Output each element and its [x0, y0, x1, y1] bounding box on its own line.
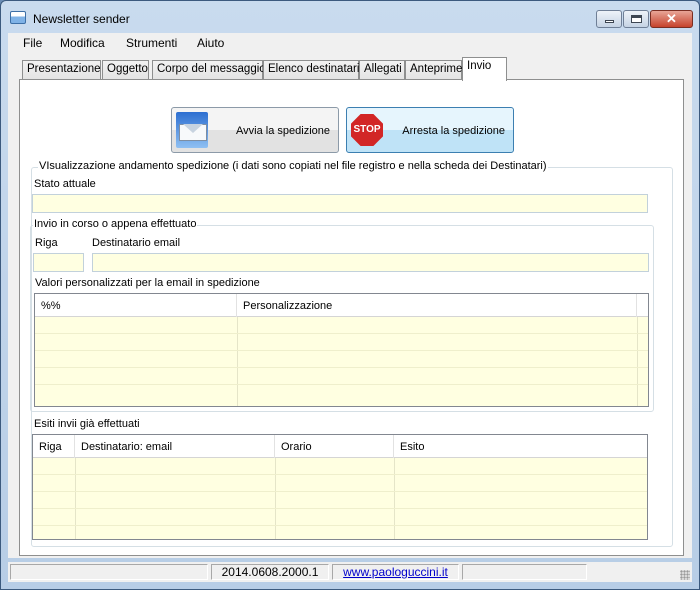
tab-presentazione[interactable]: Presentazione: [22, 60, 101, 80]
tab-oggetto[interactable]: Oggetto: [102, 60, 149, 80]
menu-aiuto[interactable]: Aiuto: [197, 36, 224, 50]
column-header-esito[interactable]: Esito: [394, 435, 647, 458]
title-bar[interactable]: Newsletter sender ✕: [1, 1, 699, 33]
table-row: [35, 317, 648, 334]
stop-sign-icon: STOP: [351, 114, 383, 146]
menu-modifica[interactable]: Modifica: [60, 36, 105, 50]
envelope-icon: [179, 124, 207, 141]
esiti-invii-label: Esiti invii già effettuati: [34, 418, 140, 430]
resize-grip-icon[interactable]: [680, 570, 690, 580]
minimize-icon: [605, 20, 614, 23]
stato-attuale-field[interactable]: [32, 194, 648, 213]
riga-field[interactable]: [33, 253, 84, 272]
close-button[interactable]: ✕: [650, 10, 693, 28]
app-window: Newsletter sender ✕ File Modifica Strume…: [0, 0, 700, 590]
minimize-button[interactable]: [596, 10, 622, 28]
progress-group-title: VIsualizzazione andamento spedizione (i …: [38, 160, 548, 172]
destinatario-email-label: Destinatario email: [92, 237, 181, 249]
column-header-destinatario-email[interactable]: Destinatario: email: [75, 435, 275, 458]
custom-values-header: %% Personalizzazione: [35, 294, 648, 317]
current-send-group-title: Invio in corso o appena effettuato: [33, 218, 198, 230]
start-sending-button[interactable]: Avvia la spedizione: [171, 107, 339, 153]
menu-strumenti[interactable]: Strumenti: [126, 36, 177, 50]
invio-panel: Avvia la spedizione STOP Arresta la sped…: [19, 79, 684, 556]
menu-file[interactable]: File: [23, 36, 42, 50]
start-sending-label: Avvia la spedizione: [236, 125, 330, 137]
status-cell-right: [462, 564, 587, 580]
riga-label: Riga: [35, 237, 58, 249]
table-row: [33, 475, 647, 492]
status-version: 2014.0608.2000.1: [211, 564, 329, 580]
tab-anteprime[interactable]: Anteprime: [405, 60, 462, 80]
main-area: Presentazione Oggetto Corpo del messaggi…: [8, 53, 692, 558]
column-header-orario[interactable]: Orario: [275, 435, 394, 458]
column-header-percent[interactable]: %%: [35, 294, 237, 317]
table-row: [35, 368, 648, 385]
destinatario-email-field[interactable]: [92, 253, 649, 272]
status-bar: 2014.0608.2000.1 www.paologuccini.it: [8, 562, 692, 582]
current-send-group: Invio in corso o appena effettuato Riga …: [30, 218, 654, 412]
menu-bar: File Modifica Strumenti Aiuto: [8, 33, 692, 53]
tab-allegati[interactable]: Allegati: [359, 60, 405, 80]
table-row: [33, 492, 647, 509]
table-row: [35, 334, 648, 351]
tab-corpo-messaggio[interactable]: Corpo del messaggio: [152, 60, 266, 80]
column-header-personalizzazione[interactable]: Personalizzazione: [237, 294, 637, 317]
stop-sending-button[interactable]: STOP Arresta la spedizione: [346, 107, 514, 153]
maximize-icon: [631, 15, 642, 23]
status-cell-left: [10, 564, 208, 580]
send-history-table[interactable]: Riga Destinatario: email Orario Esito: [32, 434, 648, 540]
stop-sending-label: Arresta la spedizione: [402, 125, 505, 137]
stato-attuale-label: Stato attuale: [34, 178, 96, 190]
close-icon: ✕: [666, 11, 677, 26]
app-window-icon: [10, 11, 26, 24]
tab-invio[interactable]: Invio: [462, 57, 507, 81]
tab-elenco-destinatari[interactable]: Elenco destinatari: [263, 60, 359, 80]
table-row: [33, 458, 647, 475]
send-history-header: Riga Destinatario: email Orario Esito: [33, 435, 647, 458]
progress-group: VIsualizzazione andamento spedizione (i …: [30, 160, 673, 547]
custom-values-table[interactable]: %% Personalizzazione: [34, 293, 649, 407]
valori-personalizzati-label: Valori personalizzati per la email in sp…: [35, 277, 260, 289]
table-row: [33, 509, 647, 526]
maximize-button[interactable]: [623, 10, 649, 28]
table-row: [35, 351, 648, 368]
newsletter-mail-icon: [176, 112, 208, 148]
column-header-riga[interactable]: Riga: [33, 435, 75, 458]
status-website-link[interactable]: www.paologuccini.it: [332, 564, 459, 580]
window-title: Newsletter sender: [33, 12, 130, 26]
